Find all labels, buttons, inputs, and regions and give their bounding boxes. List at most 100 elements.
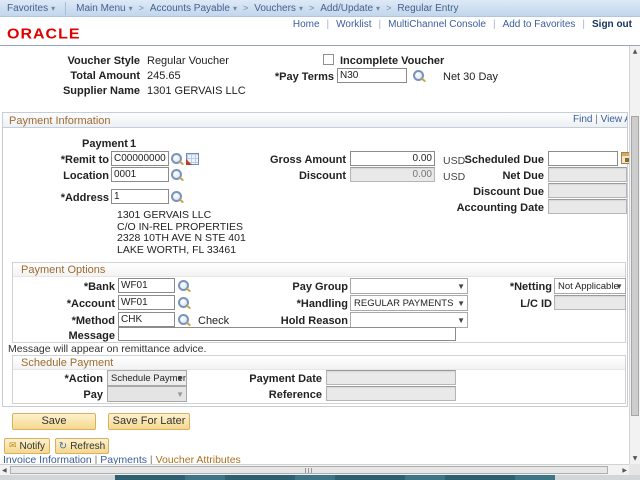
vertical-scrollbar[interactable]: ▲ ▼	[629, 46, 640, 464]
breadcrumb-separator	[139, 3, 144, 14]
link-sign-out[interactable]: Sign out	[592, 19, 632, 30]
dropdown-arrow-icon: ▼	[176, 390, 184, 399]
find-viewall: Find | View All	[573, 114, 627, 125]
link-home[interactable]: Home	[293, 19, 320, 30]
account-lookup-icon[interactable]	[178, 297, 192, 311]
payment-information-title: Payment Information	[9, 115, 111, 127]
remit-to-label: *Remit to	[30, 154, 109, 166]
notify-button[interactable]: ✉Notify	[4, 438, 50, 454]
pay-group-label: Pay Group	[248, 281, 348, 293]
incomplete-voucher-checkbox[interactable]	[323, 54, 334, 65]
chevron-down-icon	[230, 3, 237, 14]
header-links: Home Worklist MultiChannel Console Add t…	[293, 19, 632, 30]
payment-options-title: Payment Options	[21, 264, 105, 276]
divider	[493, 19, 496, 30]
pay-terms-lookup-icon[interactable]	[413, 70, 427, 84]
main-menu-label: Main Menu	[76, 3, 125, 14]
refresh-button[interactable]: ↻Refresh	[55, 438, 109, 454]
pay-group-select[interactable]: ▼	[350, 278, 468, 294]
address-lookup-icon[interactable]	[171, 191, 185, 205]
envelope-icon: ✉	[9, 442, 17, 451]
remit-to-input[interactable]	[111, 151, 169, 166]
action-label: *Action	[28, 373, 103, 385]
net-due-field	[548, 167, 627, 182]
handling-select[interactable]: REGULAR PAYMENTS▼	[350, 295, 468, 311]
favorites-label: Favorites	[7, 3, 48, 14]
horizontal-scrollbar[interactable]: ◀ ▶	[0, 464, 629, 475]
action-select[interactable]: Schedule Paymen▼	[107, 370, 187, 386]
account-input[interactable]	[118, 295, 175, 310]
discount-due-label: Discount Due	[444, 186, 544, 198]
scroll-left-icon[interactable]: ◀	[2, 467, 7, 474]
crumb-add-update[interactable]: Add/Update	[320, 3, 380, 14]
remit-to-lookup-icon[interactable]	[171, 153, 185, 167]
method-lookup-icon[interactable]	[178, 314, 192, 328]
vertical-scrollbar-thumb[interactable]	[631, 116, 639, 416]
menu-main-menu[interactable]: Main Menu	[76, 3, 132, 14]
scroll-down-icon[interactable]: ▼	[630, 455, 640, 462]
dropdown-arrow-icon: ▼	[176, 374, 184, 383]
address-line: LAKE WORTH, FL 33461	[117, 245, 246, 257]
crumb-regular-entry: Regular Entry	[397, 3, 458, 14]
gross-amount-input[interactable]	[350, 151, 435, 166]
find-link[interactable]: Find	[573, 114, 592, 125]
bank-input[interactable]	[118, 278, 175, 293]
address-input[interactable]	[111, 189, 169, 204]
bottom-edge-strip	[0, 475, 640, 480]
scheduled-due-input[interactable]	[548, 151, 618, 166]
oracle-logo: ORACLE	[7, 27, 81, 44]
link-worklist[interactable]: Worklist	[336, 19, 371, 30]
scroll-right-icon[interactable]: ▶	[622, 467, 627, 474]
payment-information-header: Payment Information	[2, 112, 628, 128]
divider	[65, 2, 66, 15]
view-all-link[interactable]: View All	[601, 114, 627, 125]
menu-favorites[interactable]: Favorites	[7, 3, 55, 14]
bank-lookup-icon[interactable]	[178, 280, 192, 294]
crumb-vouchers[interactable]: Vouchers	[254, 3, 303, 14]
content-frame-border	[0, 45, 640, 46]
divider	[327, 19, 330, 30]
method-desc: Check	[198, 315, 229, 327]
chevron-down-icon	[296, 3, 303, 14]
reference-label: Reference	[222, 389, 322, 401]
dropdown-arrow-icon: ▼	[457, 299, 465, 308]
chevron-down-icon	[126, 3, 133, 14]
location-input[interactable]	[111, 167, 169, 182]
reference-field	[326, 386, 456, 401]
location-lookup-icon[interactable]	[171, 169, 185, 183]
dropdown-arrow-icon: ▼	[615, 282, 623, 291]
payment-options-header: Payment Options	[13, 263, 625, 277]
payment-number: 1	[130, 138, 136, 150]
discount-label: Discount	[246, 170, 346, 182]
payment-label: Payment	[82, 138, 132, 150]
incomplete-voucher-label: Incomplete Voucher	[340, 55, 460, 67]
message-note: Message will appear on remittance advice…	[8, 343, 206, 355]
chevron-down-icon	[373, 3, 380, 14]
schedule-payment-header: Schedule Payment	[13, 356, 625, 370]
chevron-down-icon	[48, 3, 55, 14]
pay-terms-input[interactable]	[337, 68, 407, 83]
crumb-accounts-payable[interactable]: Accounts Payable	[150, 3, 237, 14]
hold-reason-select[interactable]: ▼	[350, 312, 468, 328]
supplier-detail-icon[interactable]	[186, 153, 199, 165]
accounting-date-label: Accounting Date	[444, 202, 544, 214]
horizontal-scrollbar-thumb[interactable]	[10, 466, 608, 474]
pay-select: ▼	[107, 386, 187, 402]
save-button[interactable]: Save	[12, 413, 96, 430]
scrollbar-corner	[629, 464, 640, 475]
link-add-to-favorites[interactable]: Add to Favorites	[503, 19, 576, 30]
method-input[interactable]	[118, 312, 175, 327]
pay-label: Pay	[28, 389, 103, 401]
scroll-up-icon[interactable]: ▲	[630, 48, 640, 55]
total-amount-value: 245.65	[147, 70, 181, 82]
message-label: Message	[40, 330, 115, 342]
supplier-name-label: Supplier Name	[30, 85, 140, 97]
netting-select[interactable]: Not Applicable▼	[554, 278, 626, 294]
pay-terms-label: *Pay Terms	[254, 71, 334, 83]
link-multichannel-console[interactable]: MultiChannel Console	[388, 19, 486, 30]
message-input[interactable]	[118, 327, 456, 341]
supplier-name-value: 1301 GERVAIS LLC	[147, 85, 246, 97]
location-label: Location	[30, 170, 109, 182]
save-for-later-button[interactable]: Save For Later	[108, 413, 190, 430]
gross-amount-label: Gross Amount	[246, 154, 346, 166]
